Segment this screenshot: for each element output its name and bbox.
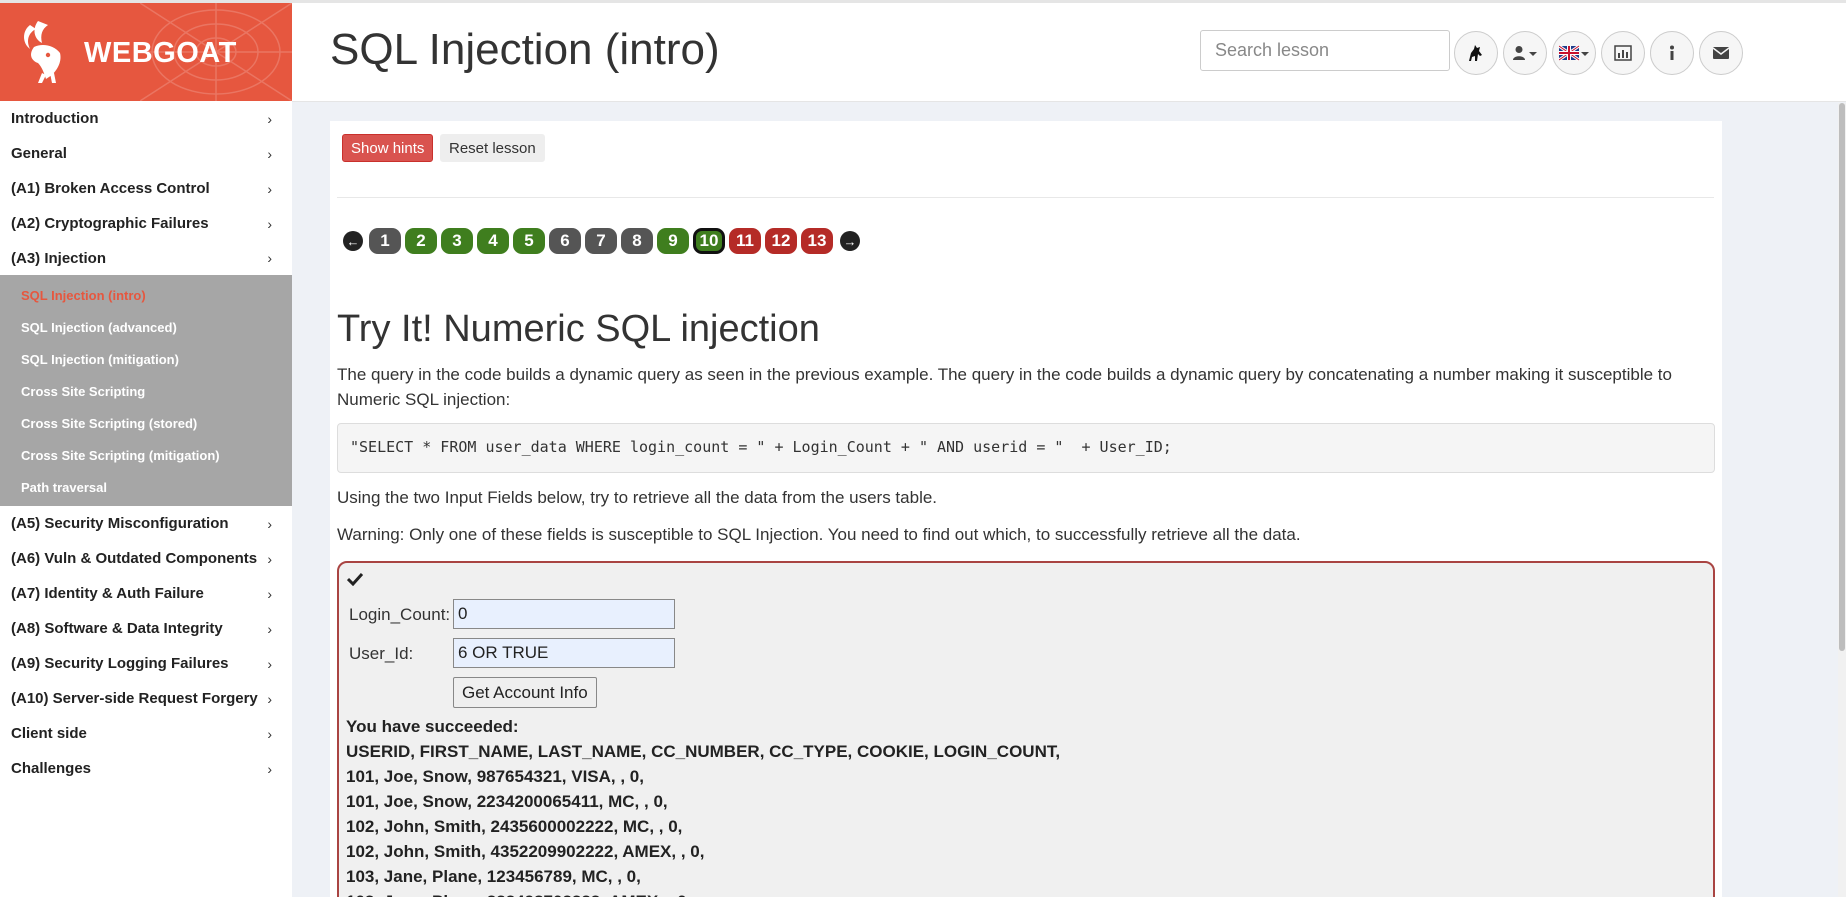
mail-icon (1712, 47, 1730, 59)
page-6[interactable]: 6 (549, 228, 581, 254)
page-scrollbar[interactable] (1838, 103, 1846, 897)
login-count-input[interactable] (453, 599, 675, 629)
chevron-right-icon: › (267, 725, 272, 742)
lesson-heading: Try It! Numeric SQL injection (337, 308, 820, 350)
chevron-right-icon: › (267, 215, 272, 232)
scrollbar-thumb[interactable] (1839, 103, 1845, 651)
user-icon (1513, 46, 1537, 60)
page-13[interactable]: 13 (801, 228, 833, 254)
page-header: SQL Injection (intro) (292, 3, 1846, 102)
page-7[interactable]: 7 (585, 228, 617, 254)
user-id-input[interactable] (453, 638, 675, 668)
get-account-info-button[interactable]: Get Account Info (453, 677, 597, 708)
menu-a10[interactable]: (A10) Server-side Request Forgery › (0, 681, 292, 716)
info-icon (1670, 45, 1674, 60)
output-line: 101, Joe, Snow, 987654321, VISA, , 0, (346, 767, 644, 786)
search-input[interactable] (1200, 30, 1450, 71)
menu-general[interactable]: General › (0, 136, 292, 171)
page-5[interactable]: 5 (513, 228, 545, 254)
user-menu-button[interactable] (1503, 31, 1547, 75)
chevron-right-icon: › (267, 585, 272, 602)
page-2[interactable]: 2 (405, 228, 437, 254)
report-card-button[interactable] (1601, 31, 1645, 75)
divider (337, 197, 1714, 198)
submenu-xss-stored[interactable]: Cross Site Scripting (stored) (0, 407, 292, 439)
chevron-right-icon: › (267, 250, 272, 266)
page-title: SQL Injection (intro) (330, 25, 720, 74)
chevron-right-icon: › (267, 180, 272, 197)
uk-flag-icon (1559, 45, 1589, 61)
page-10-current[interactable]: 10 (693, 228, 725, 254)
output-line: You have succeeded: (346, 717, 519, 736)
lesson-pager: ← 1 2 3 4 5 6 7 8 9 10 11 12 13 → (340, 228, 863, 254)
chevron-right-icon: › (267, 620, 272, 637)
user-id-label: User_Id: (349, 644, 414, 663)
language-button[interactable] (1552, 31, 1596, 75)
menu-a2[interactable]: (A2) Cryptographic Failures › (0, 206, 292, 241)
menu-a9[interactable]: (A9) Security Logging Failures › (0, 646, 292, 681)
menu-a6[interactable]: (A6) Vuln & Outdated Components › (0, 541, 292, 576)
submenu-sql-injection-intro[interactable]: SQL Injection (intro) (0, 279, 292, 311)
wolf-icon (1469, 45, 1482, 61)
lesson-menu-rest: (A5) Security Misconfiguration › (A6) Vul… (0, 506, 292, 786)
attack-form: Login_Count: User_Id: Get Account Info Y… (337, 561, 1715, 897)
code-block: "SELECT * FROM user_data WHERE login_cou… (337, 423, 1715, 473)
contact-button[interactable] (1699, 31, 1743, 75)
submenu-xss[interactable]: Cross Site Scripting (0, 375, 292, 407)
arrow-right-icon[interactable]: → (840, 231, 860, 251)
wolf-button[interactable] (1454, 31, 1498, 75)
page-11[interactable]: 11 (729, 228, 761, 254)
submenu-sql-injection-advanced[interactable]: SQL Injection (advanced) (0, 311, 292, 343)
submenu-path-traversal[interactable]: Path traversal (0, 471, 292, 503)
output-line: USERID, FIRST_NAME, LAST_NAME, CC_NUMBER… (346, 742, 1061, 761)
lesson-warning: Warning: Only one of these fields is sus… (337, 525, 1301, 544)
checkmark-icon (347, 572, 363, 586)
goat-icon (24, 21, 61, 83)
lesson-panel: Show hints Reset lesson ← 1 2 3 4 5 6 7 … (330, 121, 1722, 897)
menu-a3[interactable]: (A3) Injection › (0, 241, 292, 275)
brand-logo[interactable]: WEBGOAT (0, 3, 292, 101)
page-8[interactable]: 8 (621, 228, 653, 254)
page-12[interactable]: 12 (765, 228, 797, 254)
login-count-label: Login_Count: (349, 605, 451, 624)
menu-a8[interactable]: (A8) Software & Data Integrity › (0, 611, 292, 646)
reset-lesson-button[interactable]: Reset lesson (440, 134, 545, 162)
chart-icon (1614, 45, 1632, 61)
show-hints-button[interactable]: Show hints (342, 134, 434, 162)
page-9[interactable]: 9 (657, 228, 689, 254)
menu-a7[interactable]: (A7) Identity & Auth Failure › (0, 576, 292, 611)
chevron-right-icon: › (267, 550, 272, 567)
lesson-instructions: Using the two Input Fields below, try to… (337, 488, 938, 507)
menu-client-side[interactable]: Client side › (0, 716, 292, 751)
about-button[interactable] (1650, 31, 1694, 75)
chevron-right-icon: › (267, 690, 272, 707)
menu-challenges[interactable]: Challenges › (0, 751, 292, 786)
brand-name: WEBGOAT (84, 37, 237, 69)
chevron-right-icon: › (267, 655, 272, 672)
submenu-sql-injection-mitigation[interactable]: SQL Injection (mitigation) (0, 343, 292, 375)
page-4[interactable]: 4 (477, 228, 509, 254)
menu-a5[interactable]: (A5) Security Misconfiguration › (0, 506, 292, 541)
sidebar: WEBGOAT Introduction › General › (A1) Brok… (0, 3, 292, 897)
injection-submenu: SQL Injection (intro) SQL Injection (adv… (0, 275, 292, 506)
query-output: You have succeeded: USERID, FIRST_NAME, … (346, 714, 1060, 897)
submenu-xss-mitigation[interactable]: Cross Site Scripting (mitigation) (0, 439, 292, 471)
output-line: 102, John, Smith, 4352209902222, AMEX, ,… (346, 842, 705, 861)
chevron-right-icon: › (267, 145, 272, 162)
output-line: 103, Jane, Plane, 333498703333, AMEX, , … (346, 889, 1060, 897)
chevron-right-icon: › (267, 760, 272, 777)
output-line: 102, John, Smith, 2435600002222, MC, , 0… (346, 817, 683, 836)
menu-introduction[interactable]: Introduction › (0, 101, 292, 136)
chevron-right-icon: › (267, 515, 272, 532)
lesson-intro: The query in the code builds a dynamic q… (337, 365, 1672, 409)
lesson-menu: Introduction › General › (A1) Broken Acces… (0, 101, 292, 275)
page-1[interactable]: 1 (369, 228, 401, 254)
output-line: 101, Joe, Snow, 2234200065411, MC, , 0, (346, 792, 668, 811)
menu-a1[interactable]: (A1) Broken Access Control › (0, 171, 292, 206)
arrow-left-icon[interactable]: ← (343, 231, 363, 251)
output-line: 103, Jane, Plane, 123456789, MC, , 0, (346, 867, 641, 886)
chevron-right-icon: › (267, 110, 272, 127)
page-3[interactable]: 3 (441, 228, 473, 254)
